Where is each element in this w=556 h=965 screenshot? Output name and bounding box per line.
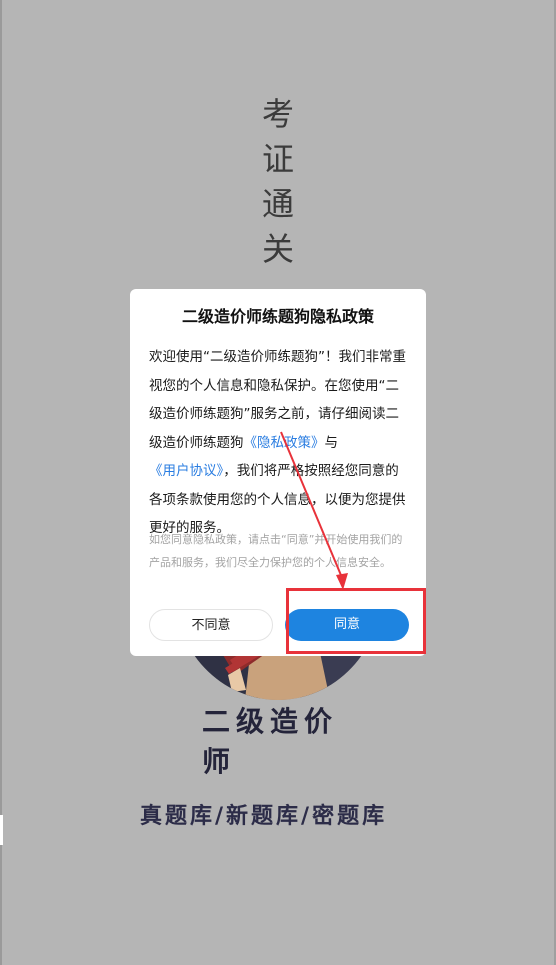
splash-app-name: 二级造价师 [202,705,339,778]
dialog-body: 欢迎使用“二级造价师练题狗”！我们非常重视您的个人信息和隐私保护。在您使用“二级… [149,343,411,543]
dialog-title: 二级造价师练题狗隐私政策 [181,307,374,326]
privacy-policy-link[interactable]: 《隐私政策》 [244,435,325,451]
user-agreement-link[interactable]: 《用户协议》 [149,463,223,479]
splash-tagline: 真题库/新题库/密题库 [140,804,388,829]
dialog-note: 如您同意隐私政策，请点击“同意”并开始使用我们的产品和服务，我们尽全力保护您的个… [149,533,403,569]
disagree-button[interactable]: 不同意 [149,609,273,641]
annotation-highlight-box [286,588,426,654]
body-text-and: 与 [324,434,339,451]
edge-marker [0,815,3,845]
splash-title: 考证通关 [261,95,294,268]
